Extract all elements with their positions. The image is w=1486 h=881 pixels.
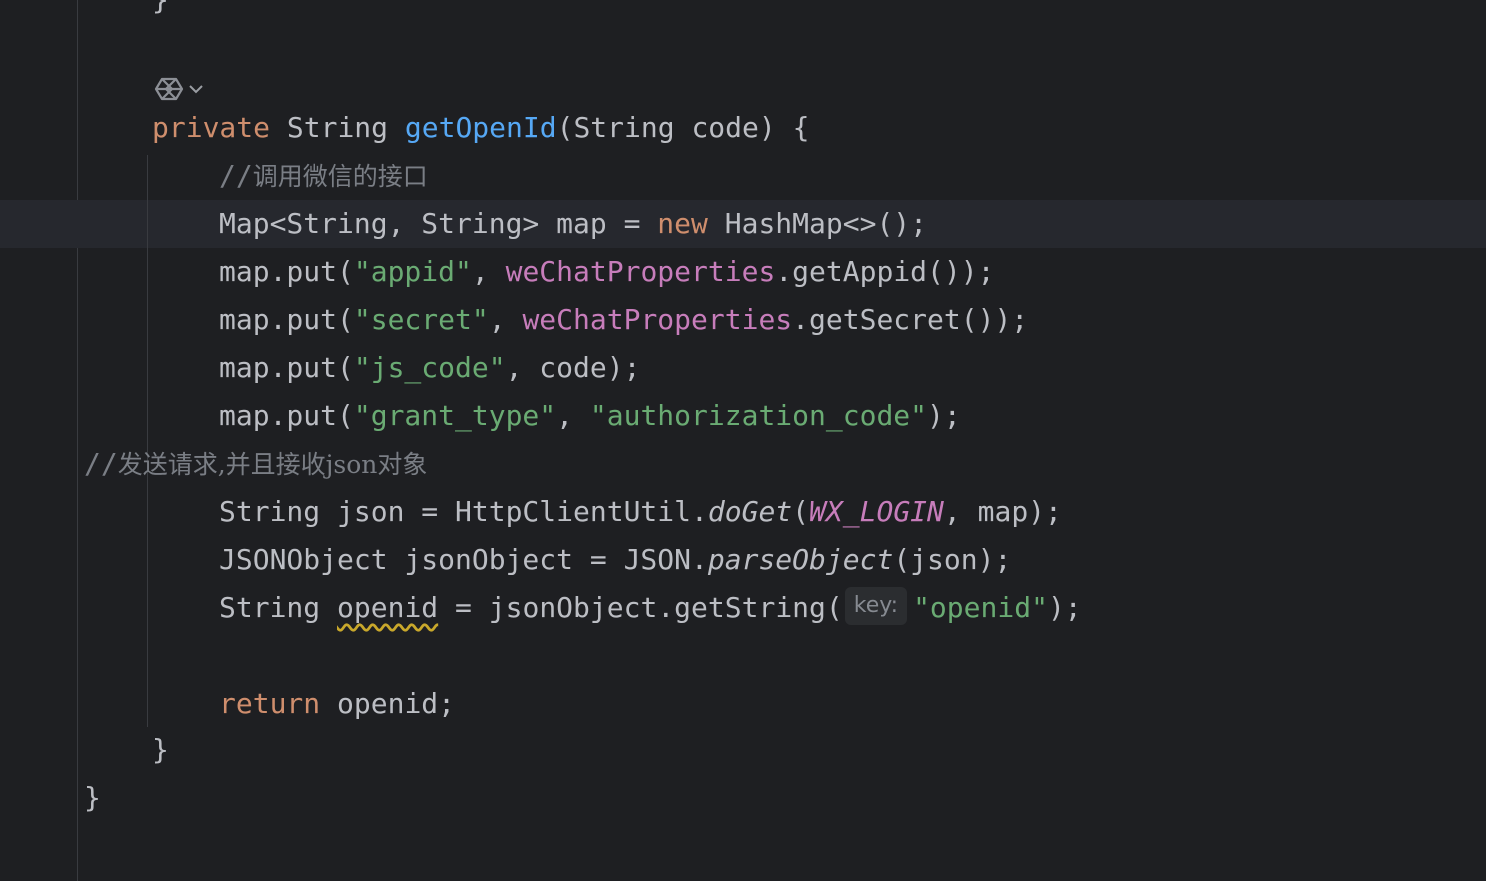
code-text: ,: [471, 255, 506, 288]
code-line-openid-declaration[interactable]: String openid = jsonObject.getString(key…: [219, 584, 1082, 632]
code-text: String: [219, 591, 338, 624]
code-line-top-brace[interactable]: }: [152, 0, 169, 24]
string-literal: "secret": [353, 303, 489, 336]
code-line-method-signature[interactable]: private String getOpenId(String code) {: [152, 104, 809, 152]
code-text: HashMap<>();: [707, 207, 928, 240]
code-text: (: [792, 495, 810, 528]
string-literal: "js_code": [353, 351, 506, 384]
static-method-call[interactable]: doGet: [708, 495, 792, 528]
code-line-put-appid[interactable]: map.put("appid", weChatProperties.getApp…: [219, 248, 994, 296]
code-text: .getAppid());: [775, 255, 995, 288]
code-line-method-close[interactable]: }: [152, 726, 169, 774]
code-text: map.put(: [219, 303, 354, 336]
static-method-call[interactable]: parseObject: [708, 543, 893, 576]
keyword-private: private: [152, 111, 271, 144]
comment-text: 调用微信的接口: [252, 162, 428, 191]
code-text: Map<String, String> map =: [219, 207, 658, 240]
code-line-put-secret[interactable]: map.put("secret", weChatProperties.getSe…: [219, 296, 1028, 344]
code-line-map-declaration[interactable]: Map<String, String> map = new HashMap<>(…: [219, 200, 927, 248]
keyword-new: new: [657, 207, 708, 240]
code-line-comment-1[interactable]: //调用微信的接口: [219, 152, 428, 200]
code-text: map.put(: [219, 255, 354, 288]
comment-slashes: //: [84, 447, 118, 480]
code-text: openid;: [320, 687, 456, 720]
code-editor[interactable]: } private String getOpenId(String code) …: [0, 0, 1486, 881]
code-text: );: [1047, 591, 1082, 624]
code-text: map.put(: [219, 399, 354, 432]
field-reference[interactable]: weChatProperties: [522, 303, 792, 336]
code-text: ,: [488, 303, 523, 336]
code-text: ,: [556, 399, 590, 432]
chevron-down-icon: [189, 85, 203, 94]
code-line-class-close[interactable]: }: [84, 774, 101, 822]
string-literal: "authorization_code": [589, 399, 928, 432]
keyword-return: return: [219, 687, 321, 720]
code-line-put-grant-type[interactable]: map.put("grant_type", "authorization_cod…: [219, 392, 961, 440]
code-text: );: [927, 399, 961, 432]
code-text: , code);: [505, 351, 641, 384]
code-text: map.put(: [219, 351, 354, 384]
code-text: (json);: [893, 543, 1012, 576]
code-line-json-declaration[interactable]: String json = HttpClientUtil.doGet(WX_LO…: [219, 488, 1062, 536]
comment-slashes: //: [219, 159, 253, 192]
code-line-comment-2[interactable]: //发送请求,并且接收json对象: [84, 440, 427, 488]
method-params: (String code) {: [556, 111, 810, 144]
string-literal: "grant_type": [353, 399, 557, 432]
parameter-hint: key:: [844, 587, 908, 625]
code-text: JSONObject jsonObject = JSON.: [219, 543, 708, 576]
code-line-jsonobject-declaration[interactable]: JSONObject jsonObject = JSON.parseObject…: [219, 536, 1011, 584]
field-reference[interactable]: weChatProperties: [506, 255, 776, 288]
string-literal: "openid": [913, 591, 1048, 624]
code-line-return[interactable]: return openid;: [219, 680, 455, 728]
ai-assistant-icon: [154, 77, 184, 101]
return-type: String: [270, 111, 405, 144]
method-name[interactable]: getOpenId: [405, 111, 557, 144]
gutter-divider: [77, 0, 78, 881]
code-text: , map);: [943, 495, 1062, 528]
code-text: String json = HttpClientUtil.: [219, 495, 708, 528]
code-text: = jsonObject.getString(: [438, 591, 843, 624]
string-literal: "appid": [353, 255, 472, 288]
code-text: .getSecret());: [792, 303, 1029, 336]
ai-assistant-gutter-button[interactable]: [154, 72, 206, 106]
code-line-put-jscode[interactable]: map.put("js_code", code);: [219, 344, 640, 392]
comment-text: 发送请求,并且接收json对象: [117, 450, 428, 479]
variable-openid-warning[interactable]: openid: [337, 591, 438, 624]
constant-reference[interactable]: WX_LOGIN: [809, 495, 944, 528]
